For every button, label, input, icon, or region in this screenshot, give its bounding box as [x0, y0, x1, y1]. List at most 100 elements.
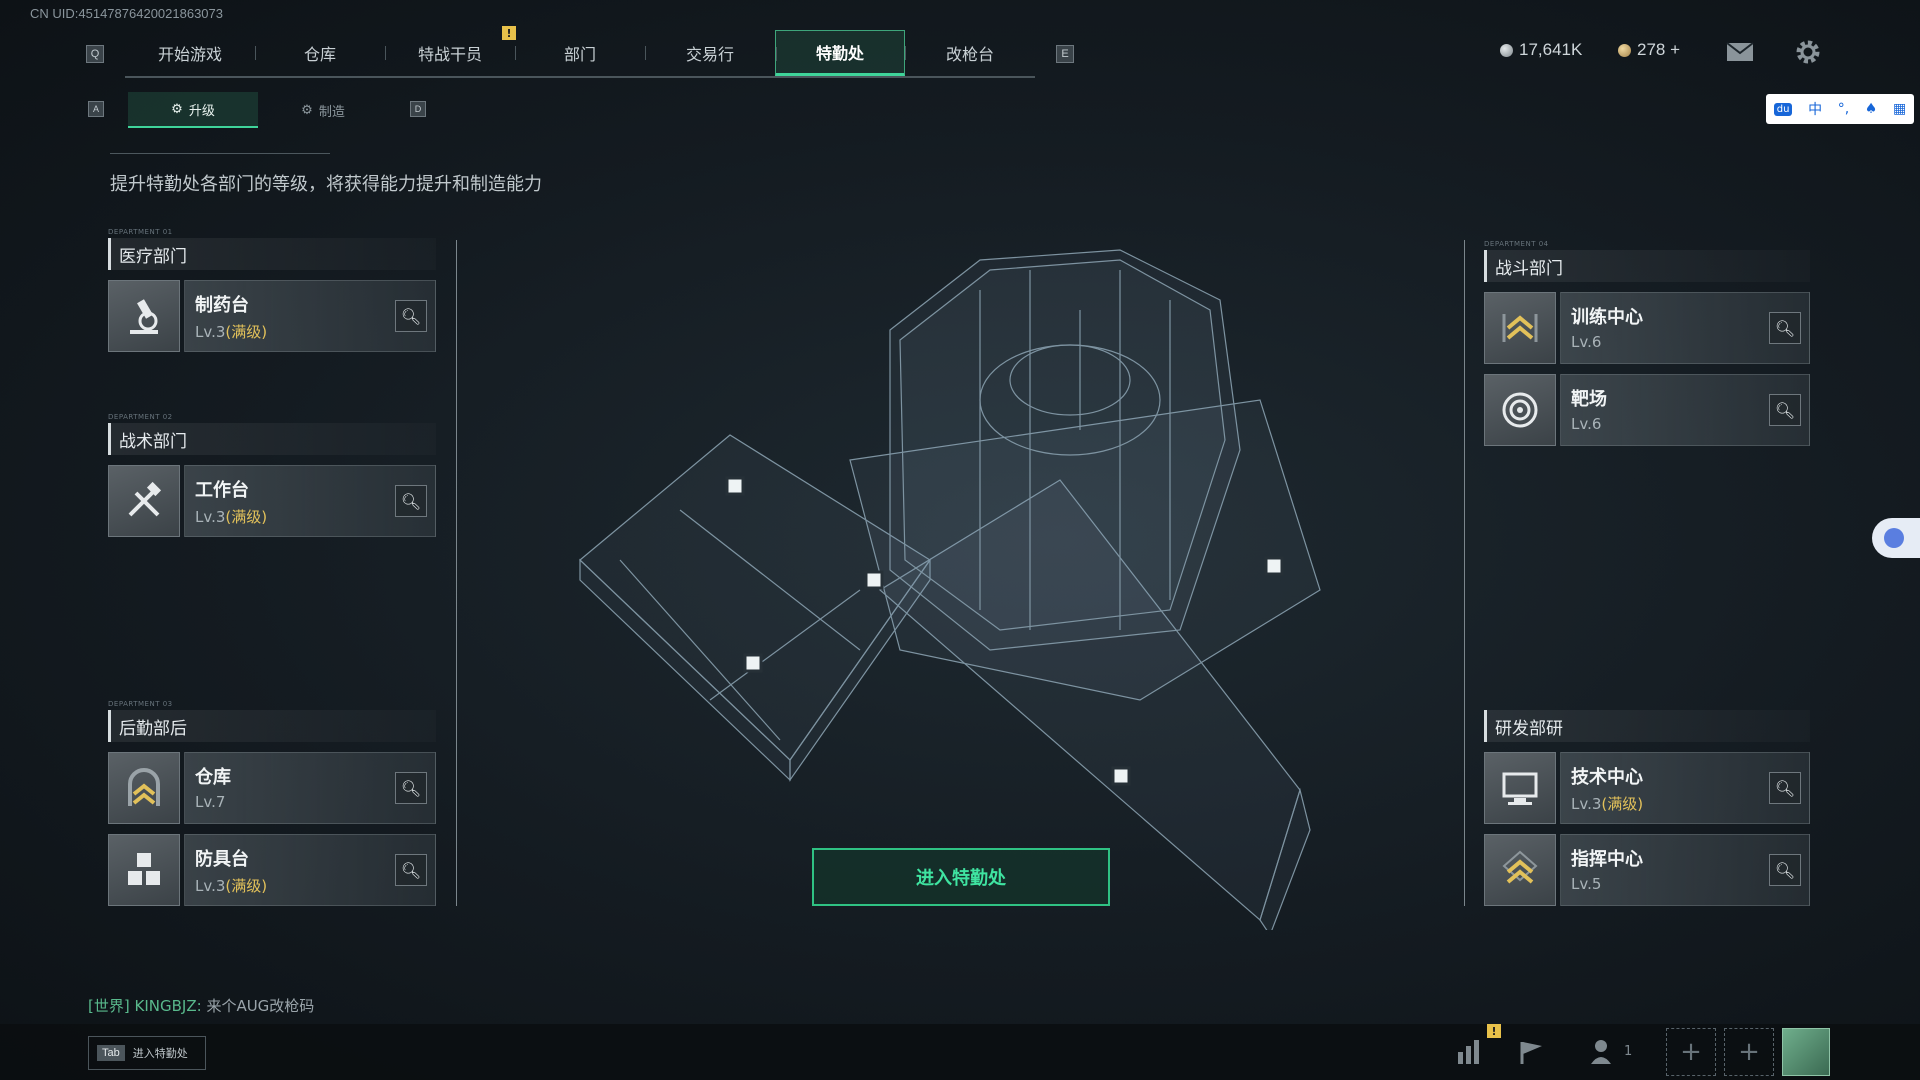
add-party-slot[interactable]: +	[1666, 1028, 1716, 1076]
rank-chevron-icon	[1484, 292, 1556, 364]
search-button[interactable]: 🔍︎	[395, 300, 427, 332]
dept-research: 研发部研 技术中心 Lv.3(满级) 🔍︎ 指挥中心 Lv.5 🔍︎	[1484, 700, 1810, 906]
subtab-prev-key[interactable]: A	[88, 101, 104, 117]
nav-tabs: 开始游戏 仓库 特战干员 部门 交易行 特勤处 改枪台	[125, 30, 1035, 78]
coin-icon	[1618, 43, 1631, 57]
ime-skin-icon[interactable]: ♠	[1865, 101, 1878, 117]
player-avatar[interactable]	[1782, 1028, 1830, 1076]
max-level-badge: (满级)	[225, 508, 268, 526]
friends-display[interactable]: 1	[1590, 1038, 1632, 1064]
subtab-upgrade[interactable]: ⚙ 升级	[128, 92, 258, 128]
facility-level: Lv.3	[195, 508, 226, 526]
nav-prev-key[interactable]: Q	[86, 45, 104, 63]
dept-title: 战斗部门	[1484, 250, 1810, 282]
facility-tech-center[interactable]: 技术中心 Lv.3(满级) 🔍︎	[1484, 752, 1810, 824]
facility-level: Lv.3	[195, 877, 226, 895]
search-button[interactable]: 🔍︎	[395, 854, 427, 886]
dept-title: 战术部门	[108, 423, 436, 455]
stats-icon[interactable]	[1456, 1040, 1484, 1068]
microscope-icon	[108, 280, 180, 352]
tab-start-game[interactable]: 开始游戏	[125, 30, 255, 76]
location-marker[interactable]	[743, 653, 763, 673]
assistant-float-button[interactable]	[1872, 518, 1920, 558]
facility-command-center[interactable]: 指挥中心 Lv.5 🔍︎	[1484, 834, 1810, 906]
facility-training-center[interactable]: 训练中心 Lv.6 🔍︎	[1484, 292, 1810, 364]
search-button[interactable]: 🔍︎	[1769, 394, 1801, 426]
ime-menu-icon[interactable]: ▦	[1893, 101, 1906, 117]
search-button[interactable]: 🔍︎	[1769, 854, 1801, 886]
money-display[interactable]: 17,641K	[1500, 40, 1582, 60]
tab-operators[interactable]: 特战干员	[385, 30, 515, 76]
search-icon: 🔍︎	[1774, 778, 1796, 798]
ime-logo-icon[interactable]: du	[1773, 102, 1793, 116]
search-icon: 🔍︎	[1774, 318, 1796, 338]
facility-storage[interactable]: 仓库 Lv.7 🔍︎	[108, 752, 436, 824]
search-icon: 🔍︎	[400, 778, 422, 798]
tab-gunsmith[interactable]: 改枪台	[905, 30, 1035, 76]
tab-warehouse[interactable]: 仓库	[255, 30, 385, 76]
max-level-badge: (满级)	[225, 877, 268, 895]
subtab-craft[interactable]: ⚙ 制造	[258, 92, 388, 128]
facility-level: Lv.6	[1571, 415, 1602, 433]
facility-shooting-range[interactable]: 靶场 Lv.6 🔍︎	[1484, 374, 1810, 446]
world-chat[interactable]: [世界] KINGBJZ: 来个AUG改枪码	[88, 995, 314, 1016]
chat-channel: [世界]	[88, 997, 130, 1015]
search-button[interactable]: 🔍︎	[395, 772, 427, 804]
facility-armor-bench[interactable]: 防具台 Lv.3(满级) 🔍︎	[108, 834, 436, 906]
gear-icon[interactable]	[1794, 38, 1822, 70]
money-amount: 17,641K	[1519, 40, 1583, 59]
location-marker[interactable]	[1264, 556, 1284, 576]
subtab-upgrade-label: 升级	[188, 103, 215, 119]
facility-level: Lv.7	[195, 793, 226, 811]
flag-icon[interactable]	[1518, 1040, 1546, 1068]
right-bracket	[1464, 240, 1465, 906]
target-icon	[1484, 374, 1556, 446]
dept-tag	[1484, 700, 1810, 710]
tab-key: Tab	[97, 1045, 125, 1061]
dept-title: 研发部研	[1484, 710, 1810, 742]
money-icon	[1500, 43, 1513, 57]
ime-language[interactable]: 中	[1808, 99, 1822, 119]
dept-tag: DEPARTMENT 04	[1484, 240, 1549, 248]
base-hologram[interactable]	[560, 230, 1340, 930]
chat-message: 来个AUG改枪码	[206, 997, 315, 1015]
dept-tactical: DEPARTMENT 02 战术部门 工作台 Lv.3(满级) 🔍︎	[108, 413, 436, 537]
location-marker[interactable]	[1111, 766, 1131, 786]
subtab-next-key[interactable]: D	[410, 101, 426, 117]
friends-count: 1	[1624, 1043, 1633, 1059]
search-button[interactable]: 🔍︎	[395, 485, 427, 517]
page-description: 提升特勤处各部门的等级，将获得能力提升和制造能力	[110, 174, 542, 195]
search-button[interactable]: 🔍︎	[1769, 772, 1801, 804]
cubes-icon	[108, 834, 180, 906]
facility-pharmacy[interactable]: 制药台 Lv.3(满级) 🔍︎	[108, 280, 436, 352]
nav-next-key[interactable]: E	[1056, 45, 1074, 63]
search-button[interactable]: 🔍︎	[1769, 312, 1801, 344]
dept-tag: DEPARTMENT 01	[108, 228, 173, 236]
tab-departments[interactable]: 部门	[515, 30, 645, 76]
facility-workbench[interactable]: 工作台 Lv.3(满级) 🔍︎	[108, 465, 436, 537]
search-icon: 🔍︎	[1774, 860, 1796, 880]
tab-special-ops[interactable]: 特勤处	[775, 30, 905, 76]
mail-icon[interactable]	[1726, 42, 1754, 66]
search-icon: 🔍︎	[1774, 400, 1796, 420]
computer-icon	[1484, 752, 1556, 824]
search-icon: 🔍︎	[400, 491, 422, 511]
subtab-craft-label: 制造	[318, 104, 345, 120]
coin-display[interactable]: 278 +	[1618, 40, 1680, 60]
dept-logistics: DEPARTMENT 03 后勤部后 仓库 Lv.7 🔍︎ 防具台 Lv.3(满…	[108, 700, 436, 906]
ime-toolbar[interactable]: du 中 °, ♠ ▦	[1766, 94, 1914, 124]
tab-hint[interactable]: Tab 进入特勤处	[88, 1036, 206, 1070]
facility-level: Lv.3	[1571, 795, 1602, 813]
location-marker[interactable]	[725, 476, 745, 496]
chat-user[interactable]: KINGBJZ:	[135, 997, 202, 1015]
location-marker[interactable]	[864, 570, 884, 590]
operators-alert-badge: !	[502, 26, 516, 40]
add-party-slot[interactable]: +	[1724, 1028, 1774, 1076]
ime-punct-icon[interactable]: °,	[1838, 101, 1849, 117]
enter-special-ops-button[interactable]: 进入特勤处	[812, 848, 1110, 906]
tab-trading[interactable]: 交易行	[645, 30, 775, 76]
facility-level: Lv.5	[1571, 875, 1602, 893]
top-navigation: Q 开始游戏 仓库 特战干员 部门 交易行 特勤处 改枪台 ! E	[80, 26, 1074, 80]
dept-title: 后勤部后	[108, 710, 436, 742]
dept-medical: DEPARTMENT 01 医疗部门 制药台 Lv.3(满级) 🔍︎	[108, 228, 436, 352]
